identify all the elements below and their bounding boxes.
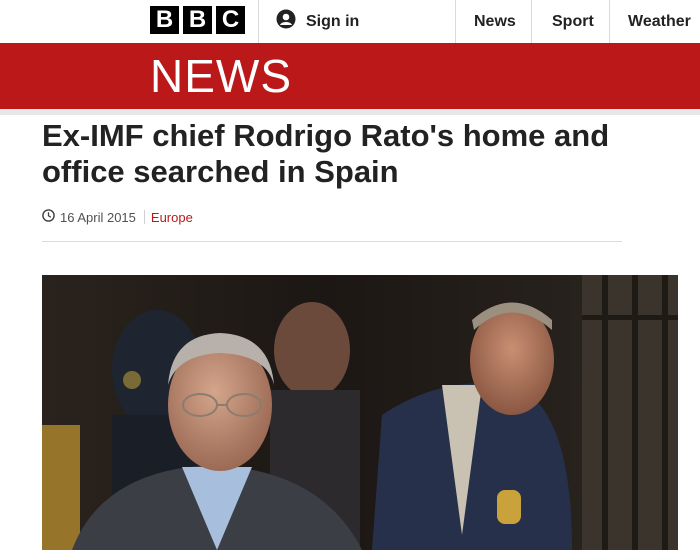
nav-divider <box>531 0 532 43</box>
nav-weather[interactable]: Weather <box>628 0 691 43</box>
article-date: 16 April 2015 <box>60 209 136 225</box>
article-photo <box>42 275 678 550</box>
bbc-logo-letter: B <box>150 6 179 34</box>
nav-sport[interactable]: Sport <box>552 0 594 43</box>
nav-divider <box>609 0 610 43</box>
nav-divider <box>258 0 259 43</box>
nav-news[interactable]: News <box>474 0 516 43</box>
bbc-logo-letter: C <box>216 6 245 34</box>
article-headline: Ex-IMF chief Rodrigo Rato's home and off… <box>42 118 610 189</box>
press-photo-illustration <box>42 275 678 550</box>
user-icon <box>276 9 296 34</box>
article-section-link[interactable]: Europe <box>151 210 193 225</box>
sign-in-label: Sign in <box>306 12 360 30</box>
banner-underline <box>0 109 700 115</box>
nav-divider <box>455 0 456 43</box>
bbc-logo-letter: B <box>183 6 212 34</box>
top-navigation-bar: B B C Sign in News Sport Weather <box>0 0 700 44</box>
sign-in-button[interactable]: Sign in <box>276 0 359 43</box>
meta-divider <box>42 241 622 242</box>
bbc-logo[interactable]: B B C <box>150 6 245 34</box>
clock-icon <box>42 209 55 225</box>
meta-separator <box>143 210 145 224</box>
article-meta: 16 April 2015 Europe <box>42 208 193 226</box>
news-section-title[interactable]: NEWS <box>150 49 292 103</box>
news-banner: NEWS <box>0 43 700 109</box>
